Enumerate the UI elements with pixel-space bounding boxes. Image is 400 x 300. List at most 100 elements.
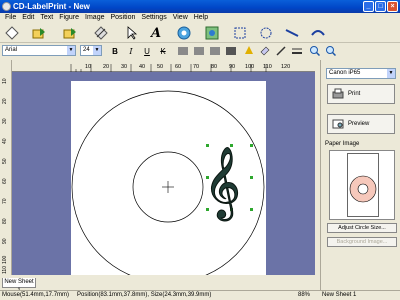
status-mouse: Mouse(51.4mm,17.7mm) (2, 292, 70, 298)
paper-sheet (347, 153, 379, 217)
ruler-label: 30 (121, 64, 127, 70)
text-tool-icon[interactable]: A (148, 25, 164, 41)
format-toolbar: Arial ▼ 24 ▼ B I U K (0, 44, 400, 58)
line-color-icon[interactable] (275, 45, 287, 57)
image-tool-icon[interactable] (204, 25, 220, 41)
vruler-label: 100 (2, 255, 8, 264)
menu-edit[interactable]: Edit (19, 13, 37, 23)
paper-image-label: Paper Image (325, 141, 360, 147)
title-bar: CD-LabelPrint - New _ □ × (0, 0, 400, 13)
circle-text-icon[interactable] (176, 25, 192, 41)
ruler-label: 60 (175, 64, 181, 70)
printer-select[interactable]: Canon iP65 ▼ (326, 68, 396, 79)
vruler-label: 60 (2, 178, 8, 184)
vruler-label: 80 (2, 218, 8, 224)
chevron-down-icon: ▼ (387, 69, 395, 78)
label-paper[interactable]: 𝄞 (71, 81, 266, 284)
printer-icon (332, 88, 344, 99)
ruler-label: 120 (281, 64, 290, 70)
font-select[interactable]: Arial ▼ (2, 45, 76, 56)
menu-text[interactable]: Text (37, 13, 56, 23)
zoom-in-icon[interactable] (309, 45, 321, 57)
font-size-select[interactable]: 24 ▼ (80, 45, 102, 56)
select-arrow-icon[interactable] (124, 25, 140, 41)
vruler-label: 50 (2, 158, 8, 164)
ruler-label: 10 (85, 64, 91, 70)
bold-button[interactable]: B (109, 45, 121, 57)
line-width-icon[interactable] (291, 45, 303, 57)
vruler-label: 30 (2, 118, 8, 124)
align-left-icon[interactable] (177, 45, 189, 57)
sheet-tabs: New Sheet 1 (0, 278, 320, 294)
menu-position[interactable]: Position (108, 13, 139, 23)
design-canvas[interactable]: 𝄞 (12, 72, 315, 284)
open-icon[interactable] (31, 25, 47, 41)
menu-figure[interactable]: Figure (56, 13, 82, 23)
status-zoom: 88% (298, 292, 311, 298)
fill-color-icon[interactable] (259, 45, 271, 57)
minimize-button[interactable]: _ (363, 1, 374, 12)
preview-icon (332, 119, 344, 129)
menu-help[interactable]: Help (191, 13, 211, 23)
ruler-label: 70 (193, 64, 199, 70)
ruler-label: 80 (211, 64, 217, 70)
vruler-label: 70 (2, 198, 8, 204)
ruler-label: 50 (157, 64, 163, 70)
align-right-icon[interactable] (209, 45, 221, 57)
justify-icon[interactable] (225, 45, 237, 57)
menu-file[interactable]: File (2, 13, 19, 23)
font-size-value: 24 (83, 47, 90, 53)
app-icon (2, 2, 11, 11)
printer-value: Canon iP65 (329, 70, 361, 76)
treble-clef-icon[interactable]: 𝄞 (204, 145, 242, 222)
vruler-label: 10 (2, 78, 8, 84)
status-position: Position(83.1mm,37.8mm), Size(24.3mm,39.… (77, 292, 212, 298)
ellipse-tool-icon[interactable] (258, 25, 274, 41)
main-toolbar: A (0, 23, 400, 43)
menu-view[interactable]: View (170, 13, 191, 23)
ruler-label: 90 (229, 64, 235, 70)
vruler-label: 20 (2, 98, 8, 104)
menu-bar: File Edit Text Figure Image Position Set… (0, 13, 400, 23)
right-panel: Canon iP65 ▼ Print Preview Paper Image A… (320, 60, 400, 290)
print-setup-icon[interactable] (93, 25, 109, 41)
new-icon[interactable] (4, 25, 20, 41)
status-bar: Mouse(51.4mm,17.7mm) Position(83.1mm,37.… (0, 290, 400, 300)
menu-settings[interactable]: Settings (138, 13, 169, 23)
zoom-out-icon[interactable] (325, 45, 337, 57)
sheet-tab[interactable]: New Sheet 1 (2, 278, 36, 294)
ruler-label: 40 (139, 64, 145, 70)
line-tool-icon[interactable] (284, 25, 300, 41)
close-button[interactable]: × (387, 1, 398, 12)
text-color-icon[interactable] (243, 45, 255, 57)
underline-button[interactable]: U (141, 45, 153, 57)
italic-button[interactable]: I (125, 45, 137, 57)
chevron-down-icon: ▼ (93, 46, 101, 55)
background-image-button[interactable]: Background Image... (327, 237, 397, 247)
rectangle-tool-icon[interactable] (232, 25, 248, 41)
horizontal-ruler: 10 20 30 40 50 60 70 80 90 100 110 120 (12, 60, 315, 72)
ruler-label: 20 (103, 64, 109, 70)
window-title: CD-LabelPrint - New (13, 2, 90, 11)
strikethrough-button[interactable]: K (157, 45, 169, 57)
chevron-down-icon: ▼ (67, 46, 75, 55)
ruler-label: 100 (245, 64, 254, 70)
paper-image-preview (329, 150, 395, 220)
vruler-label: 90 (2, 238, 8, 244)
preview-label: Preview (348, 121, 370, 127)
save-icon[interactable] (62, 25, 78, 41)
curve-tool-icon[interactable] (310, 25, 326, 41)
print-button[interactable]: Print (327, 84, 395, 104)
print-label: Print (348, 91, 361, 97)
maximize-button[interactable]: □ (375, 1, 386, 12)
preview-button[interactable]: Preview (327, 114, 395, 134)
menu-image[interactable]: Image (82, 13, 107, 23)
app-window: CD-LabelPrint - New _ □ × File Edit Text… (0, 0, 400, 300)
adjust-circle-size-button[interactable]: Adjust Circle Size... (327, 223, 397, 233)
status-sheet: New Sheet 1 (322, 292, 357, 298)
vruler-label: 40 (2, 138, 8, 144)
align-center-icon[interactable] (193, 45, 205, 57)
font-value: Arial (5, 47, 18, 53)
vruler-label: 110 (2, 266, 8, 274)
vertical-ruler: 10 20 30 40 50 60 70 80 90 100 110 (0, 60, 12, 275)
